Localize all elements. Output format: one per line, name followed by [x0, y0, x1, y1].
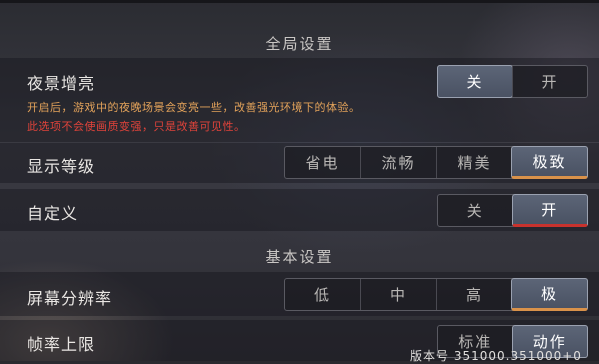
display-level-smooth-button[interactable]: 流畅 — [360, 147, 436, 178]
custom-toggle: 关 开 — [437, 194, 588, 227]
resolution-medium-button[interactable]: 中 — [360, 279, 436, 310]
night-view-on-button[interactable]: 开 — [512, 66, 587, 97]
resolution-ultra-button[interactable]: 极 — [511, 278, 588, 311]
night-view-label: 夜景增亮 — [27, 74, 96, 93]
custom-label: 自定义 — [27, 204, 79, 223]
section-header-basic: 基本设置 — [265, 247, 334, 266]
setting-row-display-level: 显示等级 省电 流畅 精美 极致 — [0, 143, 599, 183]
setting-row-night-view: 夜景增亮 开启后，游戏中的夜晚场景会变亮一些，改善强光环境下的体验。 此选项不会… — [0, 58, 599, 142]
resolution-label: 屏幕分辨率 — [27, 289, 113, 308]
night-view-off-button[interactable]: 关 — [437, 65, 513, 98]
top-bar — [0, 0, 599, 3]
custom-off-button[interactable]: 关 — [438, 195, 513, 226]
section-header-global: 全局设置 — [265, 34, 334, 53]
frame-rate-label: 帧率上限 — [27, 335, 96, 354]
night-view-toggle: 关 开 — [437, 65, 588, 98]
resolution-selector: 低 中 高 极 — [284, 278, 588, 311]
display-level-ultra-button[interactable]: 极致 — [511, 146, 588, 179]
setting-row-custom: 自定义 关 开 — [0, 189, 599, 231]
resolution-low-button[interactable]: 低 — [285, 279, 360, 310]
version-label: 版本号 351000.351000+0 — [410, 349, 582, 363]
setting-row-resolution: 屏幕分辨率 低 中 高 极 — [0, 272, 599, 316]
night-view-warning: 此选项不会使画质变强，只是改善可见性。 — [27, 120, 246, 133]
display-level-fine-button[interactable]: 精美 — [436, 147, 512, 178]
night-view-description: 开启后，游戏中的夜晚场景会变亮一些，改善强光环境下的体验。 — [27, 101, 361, 114]
display-level-power-save-button[interactable]: 省电 — [285, 147, 360, 178]
display-level-label: 显示等级 — [27, 157, 96, 176]
resolution-high-button[interactable]: 高 — [436, 279, 512, 310]
display-level-selector: 省电 流畅 精美 极致 — [284, 146, 588, 179]
custom-on-button[interactable]: 开 — [511, 194, 588, 227]
